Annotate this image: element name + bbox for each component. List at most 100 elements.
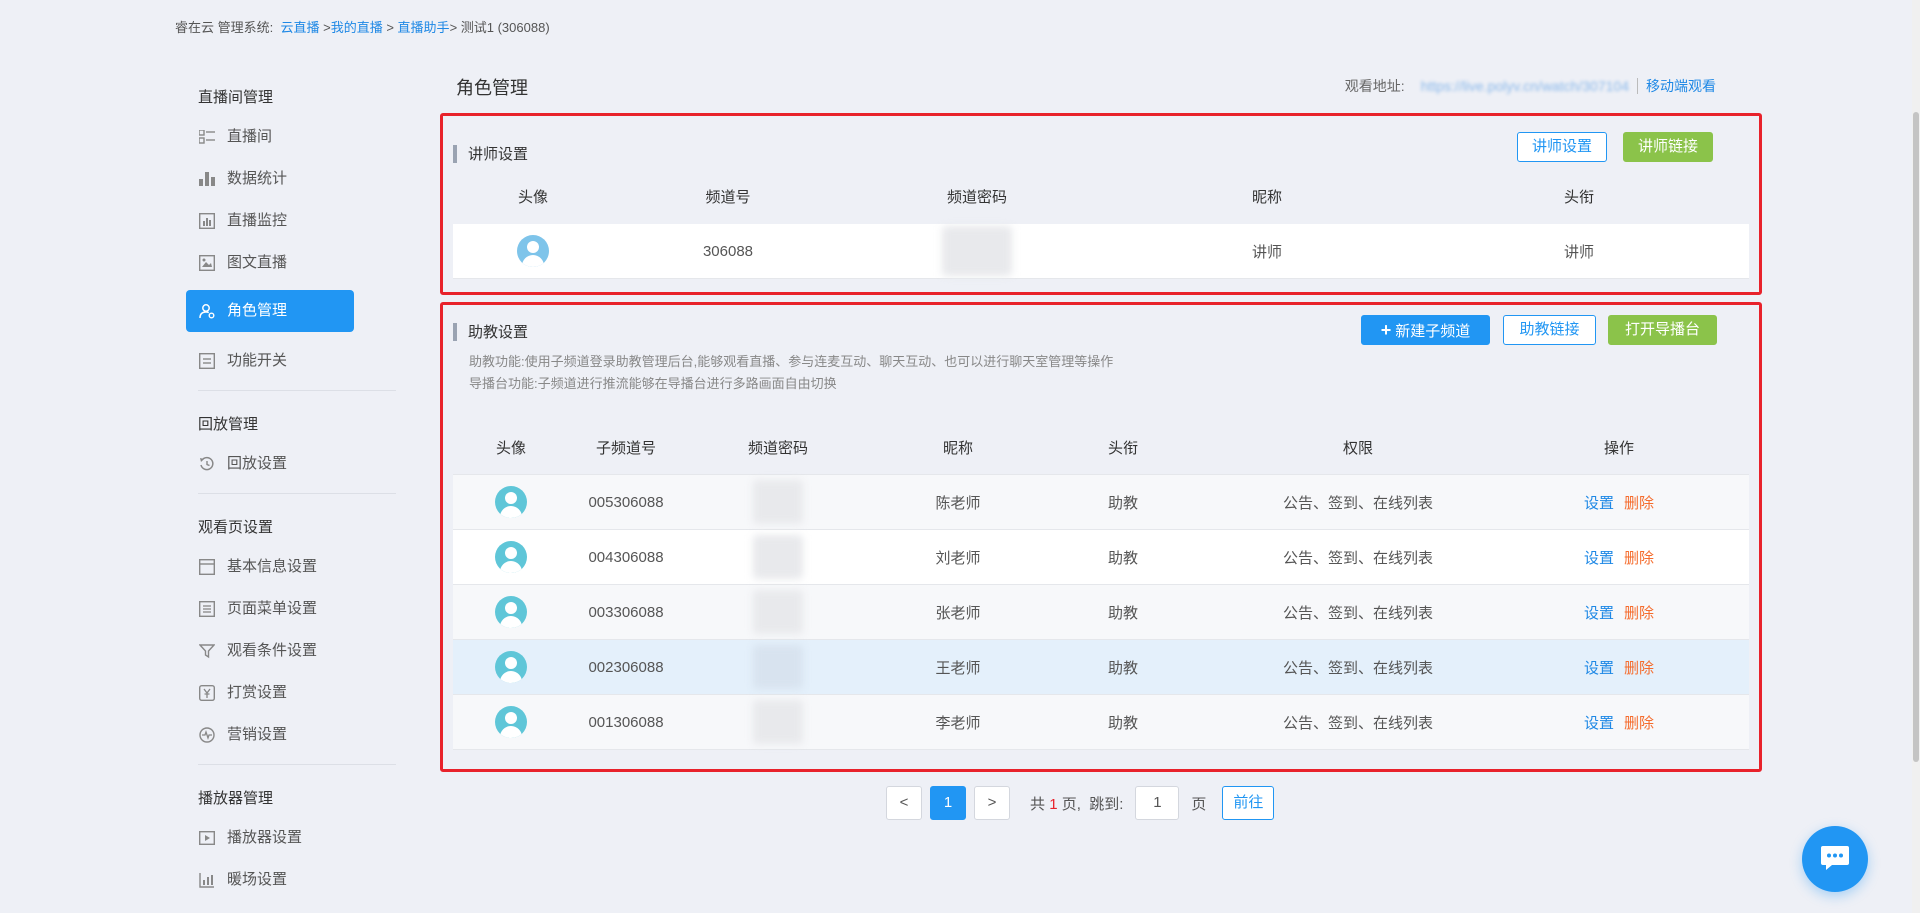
- sidebar-item-page-menu[interactable]: 页面菜单设置: [186, 588, 354, 630]
- page-1-button[interactable]: 1: [930, 786, 966, 820]
- sidebar-section-title: 回放管理: [198, 416, 259, 433]
- sidebar-section-live: 直播间管理 直播间 数据统计 直播监控 图文直播 角色管理 功能开关: [186, 80, 396, 391]
- jump-label: 跳到:: [1089, 795, 1124, 813]
- column-header: 频道号: [705, 189, 751, 206]
- director-note-text: 导播台功能:子频道进行推流能够在导播台进行多路画面自由切换: [469, 376, 837, 391]
- scrollbar[interactable]: [1912, 0, 1920, 913]
- pagination: < 1 > 共 1 页, 跳到: 1 页 前往: [886, 786, 1275, 820]
- table-row: 003306088 张老师 助教 公告、签到、在线列表 设置 删除: [453, 585, 1749, 640]
- sidebar-item-feature-switch[interactable]: 功能开关: [186, 340, 354, 382]
- assistant-settings-title: 助教设置: [468, 324, 529, 341]
- delete-link[interactable]: 删除: [1624, 660, 1654, 677]
- breadcrumb-prefix: 睿在云 管理系统:: [175, 20, 274, 35]
- total-prefix: 共: [1030, 795, 1046, 813]
- delete-link[interactable]: 删除: [1624, 495, 1654, 512]
- prev-page-button[interactable]: <: [886, 786, 922, 820]
- sidebar-item-label: 观看条件设置: [227, 642, 318, 659]
- nickname: 张老师: [935, 604, 981, 622]
- settings-link[interactable]: 设置: [1584, 605, 1614, 622]
- breadcrumb-sep: >: [382, 20, 398, 35]
- lecturer-settings-header: 讲师设置: [453, 143, 528, 164]
- nickname: 刘老师: [935, 549, 981, 567]
- assistant-settings-header: 助教设置: [453, 321, 528, 342]
- avatar: [495, 651, 527, 683]
- sub-channel-number: 002306088: [588, 658, 664, 676]
- sidebar-item-label: 直播监控: [227, 212, 288, 229]
- watch-address-label: 观看地址:: [1344, 78, 1405, 94]
- channel-password-redacted: [683, 535, 873, 579]
- table-row: 001306088 李老师 助教 公告、签到、在线列表 设置 删除: [453, 695, 1749, 750]
- column-header: 昵称: [942, 440, 973, 457]
- delete-link[interactable]: 删除: [1624, 605, 1654, 622]
- total-count: 1: [1049, 795, 1058, 813]
- breadcrumb-link-my-live[interactable]: 我的直播: [331, 20, 383, 35]
- sidebar-divider: [198, 493, 396, 494]
- sidebar-item-warmup[interactable]: 暖场设置: [186, 859, 354, 901]
- divider: [1637, 78, 1638, 94]
- sidebar-item-label: 暖场设置: [227, 871, 288, 888]
- sidebar-item-statistics[interactable]: 数据统计: [186, 158, 354, 200]
- delete-link[interactable]: 删除: [1624, 715, 1654, 732]
- sidebar-item-monitor[interactable]: 直播监控: [186, 200, 354, 242]
- sidebar-item-label: 打赏设置: [227, 684, 288, 701]
- sidebar-item-player-settings[interactable]: 播放器设置: [186, 817, 354, 859]
- page-unit: 页: [1191, 795, 1207, 813]
- sidebar-item-basic-info[interactable]: 基本信息设置: [186, 546, 354, 588]
- watch-address-url[interactable]: https://live.polyv.cn/watch/307104: [1421, 78, 1629, 94]
- sidebar-section-playback: 回放管理 回放设置: [186, 407, 396, 494]
- sidebar-item-watch-conditions[interactable]: 观看条件设置: [186, 630, 354, 672]
- replay-icon: [198, 455, 216, 473]
- nickname: 陈老师: [935, 494, 981, 512]
- permissions: 公告、签到、在线列表: [1282, 494, 1433, 512]
- rank: 助教: [1107, 604, 1138, 622]
- sub-channel-number: 001306088: [588, 713, 664, 731]
- breadcrumb-link-cloud-live[interactable]: 云直播: [280, 20, 319, 35]
- row-actions: 设置 删除: [1513, 547, 1725, 568]
- lecturer-table-header: 头像 频道号 频道密码 昵称 头衔: [453, 186, 1749, 206]
- rank: 助教: [1107, 494, 1138, 512]
- jump-page-input[interactable]: 1: [1135, 786, 1180, 820]
- settings-link[interactable]: 设置: [1584, 715, 1614, 732]
- bar-chart-icon: [198, 170, 216, 188]
- sidebar-item-label: 功能开关: [227, 352, 288, 369]
- sidebar-item-reward[interactable]: 打赏设置: [186, 672, 354, 714]
- permissions: 公告、签到、在线列表: [1282, 549, 1433, 567]
- delete-link[interactable]: 删除: [1624, 550, 1654, 567]
- sub-channel-number: 004306088: [588, 548, 664, 566]
- lecturer-link-button[interactable]: 讲师链接: [1623, 132, 1714, 162]
- sidebar-item-label: 直播间: [227, 128, 273, 145]
- open-director-button[interactable]: 打开导播台: [1608, 315, 1717, 345]
- sidebar-item-label: 数据统计: [227, 170, 288, 187]
- settings-link[interactable]: 设置: [1584, 495, 1614, 512]
- table-row-highlighted: 002306088 王老师 助教 公告、签到、在线列表 设置 删除: [453, 640, 1749, 695]
- breadcrumb-current: > 测试1 (306088): [449, 20, 550, 35]
- column-header: 昵称: [1251, 189, 1282, 206]
- sidebar-item-marketing[interactable]: 营销设置: [186, 714, 354, 756]
- column-header: 操作: [1603, 440, 1634, 457]
- avatar: [495, 486, 527, 518]
- go-button[interactable]: 前往: [1222, 786, 1275, 820]
- new-sub-channel-button[interactable]: + 新建子频道: [1361, 315, 1490, 345]
- table-row: 004306088 刘老师 助教 公告、签到、在线列表 设置 删除: [453, 530, 1749, 585]
- next-page-button[interactable]: >: [974, 786, 1010, 820]
- filter-icon: [198, 642, 216, 660]
- sidebar-section-title: 播放器管理: [198, 790, 274, 807]
- scrollbar-thumb[interactable]: [1913, 112, 1919, 762]
- row-actions: 设置 删除: [1513, 602, 1725, 623]
- settings-link[interactable]: 设置: [1584, 660, 1614, 677]
- rank: 助教: [1107, 549, 1138, 567]
- sidebar-item-image-text-live[interactable]: 图文直播: [186, 242, 354, 284]
- breadcrumb-link-assistant[interactable]: 直播助手: [398, 20, 450, 35]
- settings-link[interactable]: 设置: [1584, 550, 1614, 567]
- assistant-link-button[interactable]: 助教链接: [1503, 315, 1596, 345]
- mobile-watch-link[interactable]: 移动端观看: [1646, 76, 1716, 96]
- sidebar-item-playback-settings[interactable]: 回放设置: [186, 443, 354, 485]
- lecturer-settings-button[interactable]: 讲师设置: [1517, 132, 1608, 162]
- sidebar-item-role-management[interactable]: 角色管理: [186, 290, 354, 332]
- assistant-note-text: 助教功能:使用子频道登录助教管理后台,能够观看直播、参与连麦互动、聊天互动、也可…: [469, 354, 1114, 369]
- chat-button[interactable]: [1802, 826, 1868, 892]
- sidebar-item-live-room[interactable]: 直播间: [186, 116, 354, 158]
- channel-password-redacted: [683, 645, 873, 689]
- channel-password-redacted: [683, 590, 873, 634]
- section-marker: [453, 144, 457, 163]
